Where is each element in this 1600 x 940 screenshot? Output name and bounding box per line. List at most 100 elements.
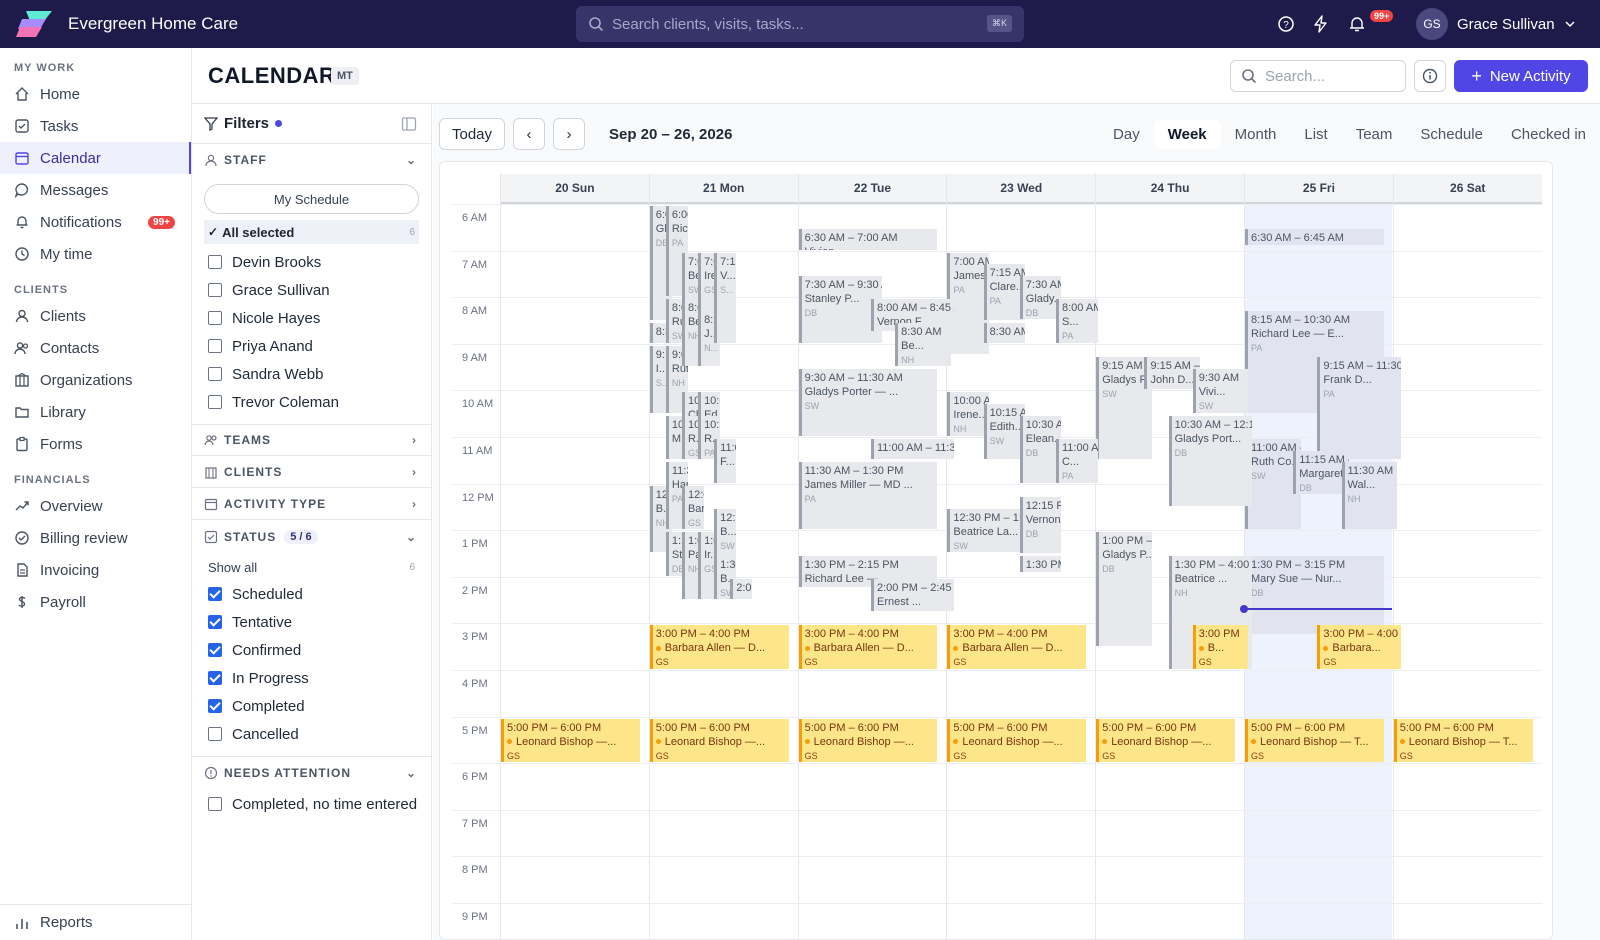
sidebar-item-clients[interactable]: Clients <box>0 300 191 332</box>
calendar-event[interactable]: 8:30 AM – 9:00 AM <box>983 322 1026 343</box>
calendar-event[interactable]: 3:00 PM – 4:00 PM Barbara Allen — D... G… <box>649 625 789 669</box>
checkbox[interactable] <box>208 643 222 657</box>
calendar-event[interactable]: 5:00 PM – 6:00 PM Leonard Bishop —... GS <box>649 718 789 763</box>
view-tab-list[interactable]: List <box>1290 120 1341 149</box>
calendar-event[interactable]: 7:30 AM – 9:30 AM Stanley P... DB <box>798 275 882 343</box>
sidebar-item-contacts[interactable]: Contacts <box>0 332 191 364</box>
info-button[interactable] <box>1414 60 1446 92</box>
sidebar-item-invoicing[interactable]: Invoicing <box>0 554 191 586</box>
checkbox[interactable] <box>208 727 222 741</box>
checkbox[interactable] <box>208 395 222 409</box>
staff-checkbox[interactable]: Sandra Webb <box>192 360 431 388</box>
day-header[interactable]: 23 Wed <box>946 174 1096 204</box>
calendar-event[interactable]: 5:00 PM – 6:00 PM Leonard Bishop —... GS <box>1096 718 1235 763</box>
calendar-event[interactable]: 2:00 PM <box>730 578 753 600</box>
clients-section-header[interactable]: CLIENTS › <box>192 456 431 488</box>
global-search-input[interactable]: Search clients, visits, tasks... ⌘K <box>576 6 1024 42</box>
calendar-event[interactable]: 11:00 AM C... PA <box>1056 439 1098 483</box>
calendar-event[interactable]: 11:00 AM F... <box>714 439 737 483</box>
sidebar-item-forms[interactable]: Forms <box>0 428 191 460</box>
calendar-event[interactable]: 3:00 PM – 4:00 PM Barbara Allen — D... G… <box>798 625 938 669</box>
checkbox[interactable] <box>208 671 222 685</box>
calendar-event[interactable]: 6:30 AM – 7:00 AM Vivian... <box>798 229 938 250</box>
day-header[interactable]: 25 Fri <box>1244 174 1393 204</box>
view-tab-week[interactable]: Week <box>1153 119 1221 149</box>
calendar-event[interactable]: 11:00 AM – 11:30 AM <box>871 439 955 460</box>
sidebar-item-library[interactable]: Library <box>0 396 191 428</box>
calendar-event[interactable]: 12:00 PM – 1:00 PM Barbara Allen GS <box>681 485 704 530</box>
help-icon[interactable]: ? <box>1277 15 1295 33</box>
day-header[interactable]: 24 Thu <box>1095 174 1244 204</box>
calendar-event[interactable]: 1:00 PM – 3:30 PM Gladys P... DB <box>1096 532 1152 646</box>
calendar-event[interactable]: 5:00 PM – 6:00 PM Leonard Bishop —... GS <box>501 718 640 763</box>
bell-icon[interactable] <box>1348 15 1366 33</box>
status-checkbox[interactable]: In Progress <box>192 664 431 692</box>
calendar-event[interactable]: 11:30 AM Wal... NH <box>1341 462 1398 530</box>
day-header[interactable]: 26 Sat <box>1392 174 1542 204</box>
calendar-event[interactable]: 6:30 AM – 6:45 AM Doro... <box>1245 229 1384 246</box>
checkbox[interactable] <box>208 587 222 601</box>
staff-checkbox[interactable]: Nicole Hayes <box>192 304 431 332</box>
status-checkbox[interactable]: Completed <box>192 692 431 720</box>
status-show-all[interactable]: Show all 6 <box>192 554 419 580</box>
calendar-event[interactable]: 3:00 PM B... GS <box>1192 625 1249 669</box>
new-activity-button[interactable]: + New Activity <box>1454 60 1588 92</box>
status-checkbox[interactable]: Tentative <box>192 608 431 636</box>
sidebar-item-calendar[interactable]: Calendar <box>0 142 191 174</box>
today-button[interactable]: Today <box>439 118 505 150</box>
view-tab-day[interactable]: Day <box>1099 120 1154 149</box>
calendar-event[interactable]: 10:30 AM – 12:15 PM Gladys Port... DB <box>1168 415 1252 506</box>
calendar-event[interactable]: 9:15 AM Gladys P... SW <box>1096 357 1152 460</box>
staff-checkbox[interactable]: Grace Sullivan <box>192 276 431 304</box>
calendar-event[interactable]: 5:00 PM – 6:00 PM Leonard Bishop — T... … <box>1245 718 1384 763</box>
calendar-event[interactable]: 3:00 PM – 4:00 PM Barbara Allen — D... G… <box>947 625 1087 669</box>
view-tab-team[interactable]: Team <box>1342 120 1407 149</box>
calendar-event[interactable]: 2:00 PM – 2:45 PM Ernest ... <box>871 578 955 611</box>
needs-attention-section-header[interactable]: NEEDS ATTENTION ⌄ <box>192 756 431 788</box>
view-tab-schedule[interactable]: Schedule <box>1406 120 1497 149</box>
user-menu[interactable]: GS Grace Sullivan <box>1416 8 1575 40</box>
sidebar-item-organizations[interactable]: Organizations <box>0 364 191 396</box>
staff-checkbox[interactable]: Trevor Coleman <box>192 388 431 416</box>
activity-type-section-header[interactable]: ACTIVITY TYPE › <box>192 488 431 520</box>
calendar-event[interactable]: 8:30 AM Be... NH <box>895 322 951 367</box>
sidebar-item-reports[interactable]: Reports <box>0 904 191 940</box>
calendar-event[interactable]: 9:30 AM – 11:30 AM Gladys Porter — ... S… <box>798 369 938 436</box>
calendar-event[interactable]: 5:00 PM – 6:00 PM Leonard Bishop —... GS <box>947 718 1087 763</box>
checkbox[interactable] <box>208 615 222 629</box>
day-header[interactable]: 22 Tue <box>797 174 947 204</box>
sidebar-item-overview[interactable]: Overview <box>0 490 191 522</box>
sidebar-item-messages[interactable]: Messages <box>0 174 191 206</box>
checkbox[interactable] <box>208 255 222 269</box>
staff-checkbox[interactable]: Priya Anand <box>192 332 431 360</box>
app-name[interactable]: Evergreen Home Care <box>68 14 238 34</box>
logo-icon[interactable] <box>16 9 54 39</box>
view-tab-month[interactable]: Month <box>1221 120 1291 149</box>
checkbox[interactable] <box>208 797 222 811</box>
sidebar-item-billing-review[interactable]: Billing review <box>0 522 191 554</box>
staff-checkbox[interactable]: Devin Brooks <box>192 248 431 276</box>
checkbox[interactable] <box>208 367 222 381</box>
panel-collapse-icon[interactable] <box>401 116 417 132</box>
calendar-event[interactable]: 1:30 PM – 1:45 PM <box>1019 555 1062 572</box>
calendar-search-input[interactable]: Search... <box>1230 60 1406 92</box>
teams-section-header[interactable]: TEAMS › <box>192 424 431 456</box>
calendar-event[interactable]: 9:30 AM Vivi... SW <box>1192 369 1249 413</box>
status-checkbox[interactable]: Cancelled <box>192 720 431 748</box>
lightning-icon[interactable] <box>1312 15 1330 33</box>
calendar-event[interactable]: 11:00 AM – 1:00 PM Ruth Co... SW <box>1245 439 1301 530</box>
checkbox[interactable] <box>208 283 222 297</box>
checkbox[interactable] <box>208 699 222 713</box>
calendar-event[interactable]: 8:00 AM S... PA <box>1056 299 1098 343</box>
sidebar-item-notifications[interactable]: Notifications 99+ <box>0 206 191 238</box>
day-header[interactable]: 21 Mon <box>648 174 798 204</box>
day-header[interactable]: 20 Sun <box>500 174 649 204</box>
calendar-event[interactable]: 1:30 PM – 3:15 PM Mary Sue — Nur... DB <box>1245 555 1384 635</box>
calendar-event[interactable]: 12:30 PM – 1:30 PM Beatrice La... SW <box>947 508 1031 553</box>
calendar-event[interactable]: 9:15 AM – 10:15 AM John D... NH <box>1144 357 1200 390</box>
status-checkbox[interactable]: Confirmed <box>192 636 431 664</box>
all-selected-toggle[interactable]: ✓ All selected 6 <box>204 220 419 244</box>
status-section-header[interactable]: STATUS 5 / 6 ⌄ <box>192 520 431 554</box>
next-week-button[interactable]: › <box>553 118 585 150</box>
sidebar-item-home[interactable]: Home <box>0 78 191 110</box>
